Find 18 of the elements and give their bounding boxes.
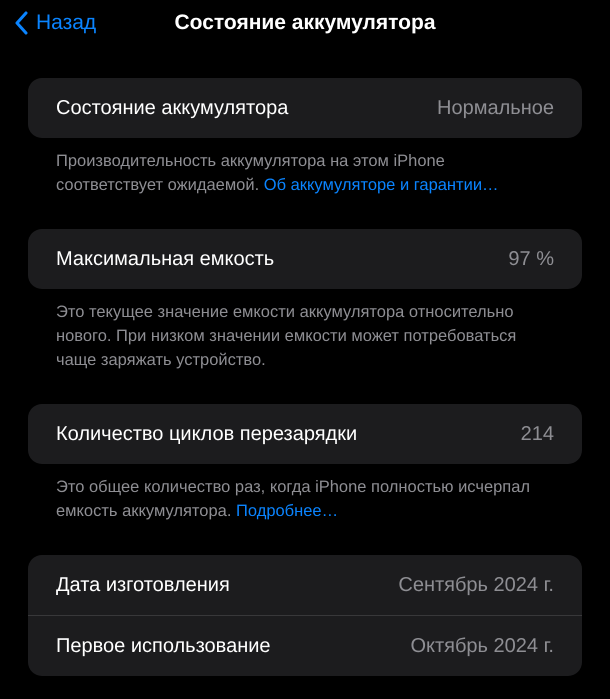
info-link[interactable]: Подробнее… [236, 502, 338, 520]
row-value: 214 [520, 422, 554, 446]
row-label: Количество циклов перезарядки [56, 422, 358, 446]
footer-text: Производительность аккумулятора на этом iPhone соответствует ожидаемой. Об аккумуляторе и гарантии… [55, 151, 500, 196]
row-label: Состояние аккумулятора [56, 96, 288, 120]
row-value: Нормальное [437, 96, 554, 120]
back-button[interactable]: Назад [14, 10, 96, 34]
chevron-left-icon [14, 10, 28, 34]
row-label: Максимальная емкость [56, 248, 274, 270]
row-value: Сентябрь 2024 г. [398, 574, 554, 596]
row-value: Октябрь 2024 г. [410, 634, 554, 658]
row-value: 97 % [508, 248, 554, 270]
row-label: Дата изготовления [56, 574, 230, 596]
page-title: Состояние аккумулятора [174, 10, 436, 34]
footer-text: Это общее количество раз, когда iPhone полностью исчерпал емкость аккумулятора. Подробнее… [55, 477, 532, 522]
row-label: Первое использование [56, 634, 271, 658]
footer-text: Это текущее значение емкости аккумулятора относительно нового. При низком значении емкости может потребоваться чаще заряжать устройство. [55, 302, 518, 371]
info-link[interactable]: Об аккумуляторе и гарантии… [264, 176, 499, 194]
